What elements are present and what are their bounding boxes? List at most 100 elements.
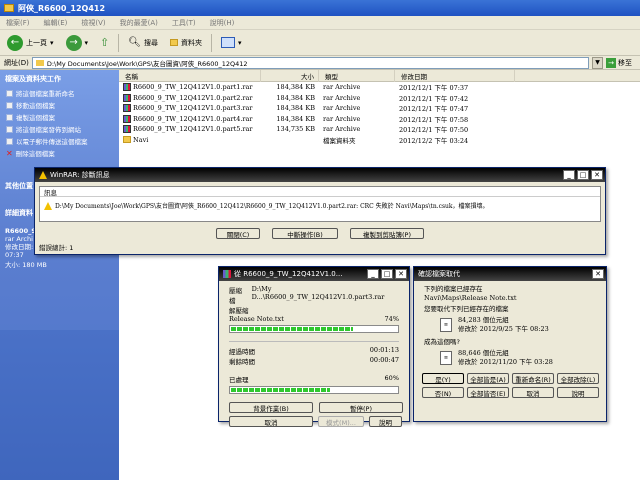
action-label: 解壓縮 — [229, 307, 249, 315]
desktop-background — [0, 330, 119, 480]
go-arrow-icon: → — [606, 57, 616, 68]
window-title: 阿俠_R6600_12Q412 — [18, 3, 106, 13]
dialog-titlebar[interactable]: WinRAR: 診斷訊息 _ □ ✕ — [35, 168, 605, 182]
rename-all-button[interactable]: 全部改除(L) — [557, 373, 599, 384]
rar-icon — [123, 114, 131, 123]
dialog-titlebar[interactable]: 確認檔案取代 ✕ — [414, 267, 606, 281]
background-button[interactable]: 背景作業(B) — [229, 402, 313, 413]
file-name-cell: Navi — [119, 136, 261, 144]
task-move[interactable]: 移動這個檔案 — [0, 99, 119, 111]
rar-icon — [123, 93, 131, 102]
yes-to-all-button[interactable]: 全部皆是(A) — [467, 373, 509, 384]
file-type-cell: rar Archive — [323, 114, 361, 123]
views-icon — [220, 37, 235, 48]
replace-question1: 您要取代下列已經存在的檔案 — [424, 305, 509, 313]
up-folder-button[interactable]: ⇧ — [97, 33, 112, 53]
processed-percent: 60% — [384, 374, 399, 382]
forward-button[interactable]: → ▾ — [63, 33, 92, 53]
menu-edit[interactable]: 編輯(E) — [44, 18, 68, 28]
file-date-cell: 2012/12/1 下午 07:50 — [399, 126, 469, 135]
extract-progress-dialog: 從 R6600_9_TW_12Q412V1.0... _ □ ✕ 壓縮檔 D:\… — [218, 266, 410, 427]
rename-button[interactable]: 重新命名(R) — [512, 373, 554, 384]
column-type[interactable]: 類型 — [319, 69, 395, 82]
column-date[interactable]: 修改日期 — [395, 69, 515, 82]
winrar-icon — [223, 270, 231, 278]
document-icon: ≡ — [440, 318, 452, 332]
file-name-cell: R6600_9_TW_12Q412V1.0.part5.rar — [119, 125, 261, 134]
cancel-button[interactable]: 取消 — [229, 416, 313, 427]
address-bar: 網址(D) D:\My Documents\Joe\Work\GPS\友台圖資\… — [0, 56, 640, 70]
file-size-cell: 184,384 KB — [276, 104, 315, 113]
maximize-button[interactable]: □ — [577, 170, 589, 180]
task-rename[interactable]: 將這個檔案重新命名 — [0, 87, 119, 99]
address-dropdown-button[interactable]: ▼ — [592, 56, 603, 69]
minimize-button[interactable]: _ — [563, 170, 575, 180]
close-dialog-button[interactable]: 關閉(C) — [216, 228, 260, 239]
menu-file[interactable]: 檔案(F) — [6, 18, 30, 28]
menu-view[interactable]: 檢視(V) — [81, 18, 105, 28]
file-name-cell: R6600_9_TW_12Q412V1.0.part4.rar — [119, 114, 261, 123]
back-arrow-icon: ← — [7, 34, 23, 51]
copy-to-clipboard-button[interactable]: 複製到剪貼簿(P) — [350, 228, 424, 239]
yes-button[interactable]: 是(Y) — [422, 373, 464, 384]
confirm-replace-dialog: 確認檔案取代 ✕ 下列的檔案已經存在 Navi\Maps\Release Not… — [413, 266, 607, 422]
folder-icon — [4, 4, 14, 12]
views-button[interactable]: ▾ — [218, 33, 245, 53]
warning-icon — [39, 171, 47, 179]
break-operation-button[interactable]: 中斷操作(B) — [272, 228, 338, 239]
file-percent: 74% — [384, 315, 399, 323]
search-button[interactable]: 🔍︎ 搜尋 — [125, 33, 161, 53]
menu-favorites[interactable]: 我的最愛(A) — [120, 18, 158, 28]
column-name[interactable]: 名稱 — [119, 69, 261, 82]
file-progress-fill — [231, 327, 354, 331]
no-button[interactable]: 否(N) — [422, 387, 464, 398]
file-row[interactable]: Navi 檔案資料夾 2012/12/2 下午 03:24 — [119, 135, 640, 146]
close-button[interactable]: ✕ — [592, 269, 604, 279]
dialog-titlebar[interactable]: 從 R6600_9_TW_12Q412V1.0... _ □ ✕ — [219, 267, 409, 281]
new-size: 88,646 個位元組 — [458, 349, 509, 357]
close-button[interactable]: ✕ — [591, 170, 603, 180]
column-size[interactable]: 大小 — [261, 69, 319, 82]
help-button[interactable]: 說明 — [557, 387, 599, 398]
message-list[interactable]: 訊息 D:\My Documents\Joe\Work\GPS\友台圖資\阿俠_… — [39, 186, 601, 222]
warning-icon — [44, 201, 52, 210]
file-type-cell: rar Archive — [323, 83, 361, 92]
go-button[interactable]: → 移至 — [606, 57, 640, 68]
maximize-button[interactable]: □ — [381, 269, 393, 279]
file-size-cell: 184,384 KB — [276, 114, 315, 123]
file-row[interactable]: R6600_9_TW_12Q412V1.0.part4.rar 184,384 K… — [119, 114, 640, 125]
back-button[interactable]: ← 上一頁 ▾ — [4, 33, 57, 53]
file-size-cell: 134,735 KB — [276, 125, 315, 134]
address-input[interactable]: D:\My Documents\Joe\Work\GPS\友台圖資\阿俠_R66… — [31, 56, 589, 69]
file-type-cell: rar Archive — [323, 125, 361, 134]
file-row[interactable]: R6600_9_TW_12Q412V1.0.part2.rar 184,384 K… — [119, 93, 640, 104]
chevron-down-icon: ▾ — [50, 38, 54, 47]
menu-tools[interactable]: 工具(T) — [172, 18, 196, 28]
file-row[interactable]: R6600_9_TW_12Q412V1.0.part1.rar 184,384 K… — [119, 82, 640, 93]
document-icon: ≡ — [440, 351, 452, 365]
file-type-cell: rar Archive — [323, 104, 361, 113]
task-email[interactable]: 以電子郵件傳送這個檔案 — [0, 135, 119, 147]
file-date-cell: 2012/12/2 下午 03:24 — [399, 136, 469, 145]
menu-help[interactable]: 說明(H) — [210, 18, 235, 28]
close-button[interactable]: ✕ — [395, 269, 407, 279]
help-button[interactable]: 說明 — [369, 416, 402, 427]
toolbar: ← 上一頁 ▾ → ▾ ⇧ 🔍︎ 搜尋 資料夾 ▾ — [0, 30, 640, 56]
error-total: 錯誤總計: 1 — [39, 244, 74, 252]
no-to-all-button[interactable]: 全部皆否(E) — [467, 387, 509, 398]
message-row[interactable]: D:\My Documents\Joe\Work\GPS\友台圖資\阿俠_R66… — [40, 197, 600, 214]
pause-button[interactable]: 暫停(P) — [319, 402, 403, 413]
file-row[interactable]: R6600_9_TW_12Q412V1.0.part3.rar 184,384 K… — [119, 103, 640, 114]
task-delete[interactable]: ✕ 刪除這個檔案 — [0, 147, 119, 159]
task-copy[interactable]: 複製這個檔案 — [0, 111, 119, 123]
file-progress-bar — [229, 325, 399, 333]
task-publish[interactable]: 將這個檔案發佈到網站 — [0, 123, 119, 135]
minimize-button[interactable]: _ — [367, 269, 379, 279]
file-type-cell: rar Archive — [323, 93, 361, 102]
folders-button[interactable]: 資料夾 — [167, 33, 205, 53]
cancel-button[interactable]: 取消 — [512, 387, 554, 398]
remaining-label: 剩餘時間 — [229, 358, 255, 366]
tasks-header[interactable]: 檔案及資料夾工作 — [0, 70, 119, 87]
file-row[interactable]: R6600_9_TW_12Q412V1.0.part5.rar 134,735 K… — [119, 124, 640, 135]
window-titlebar[interactable]: 阿俠_R6600_12Q412 — [0, 0, 640, 16]
